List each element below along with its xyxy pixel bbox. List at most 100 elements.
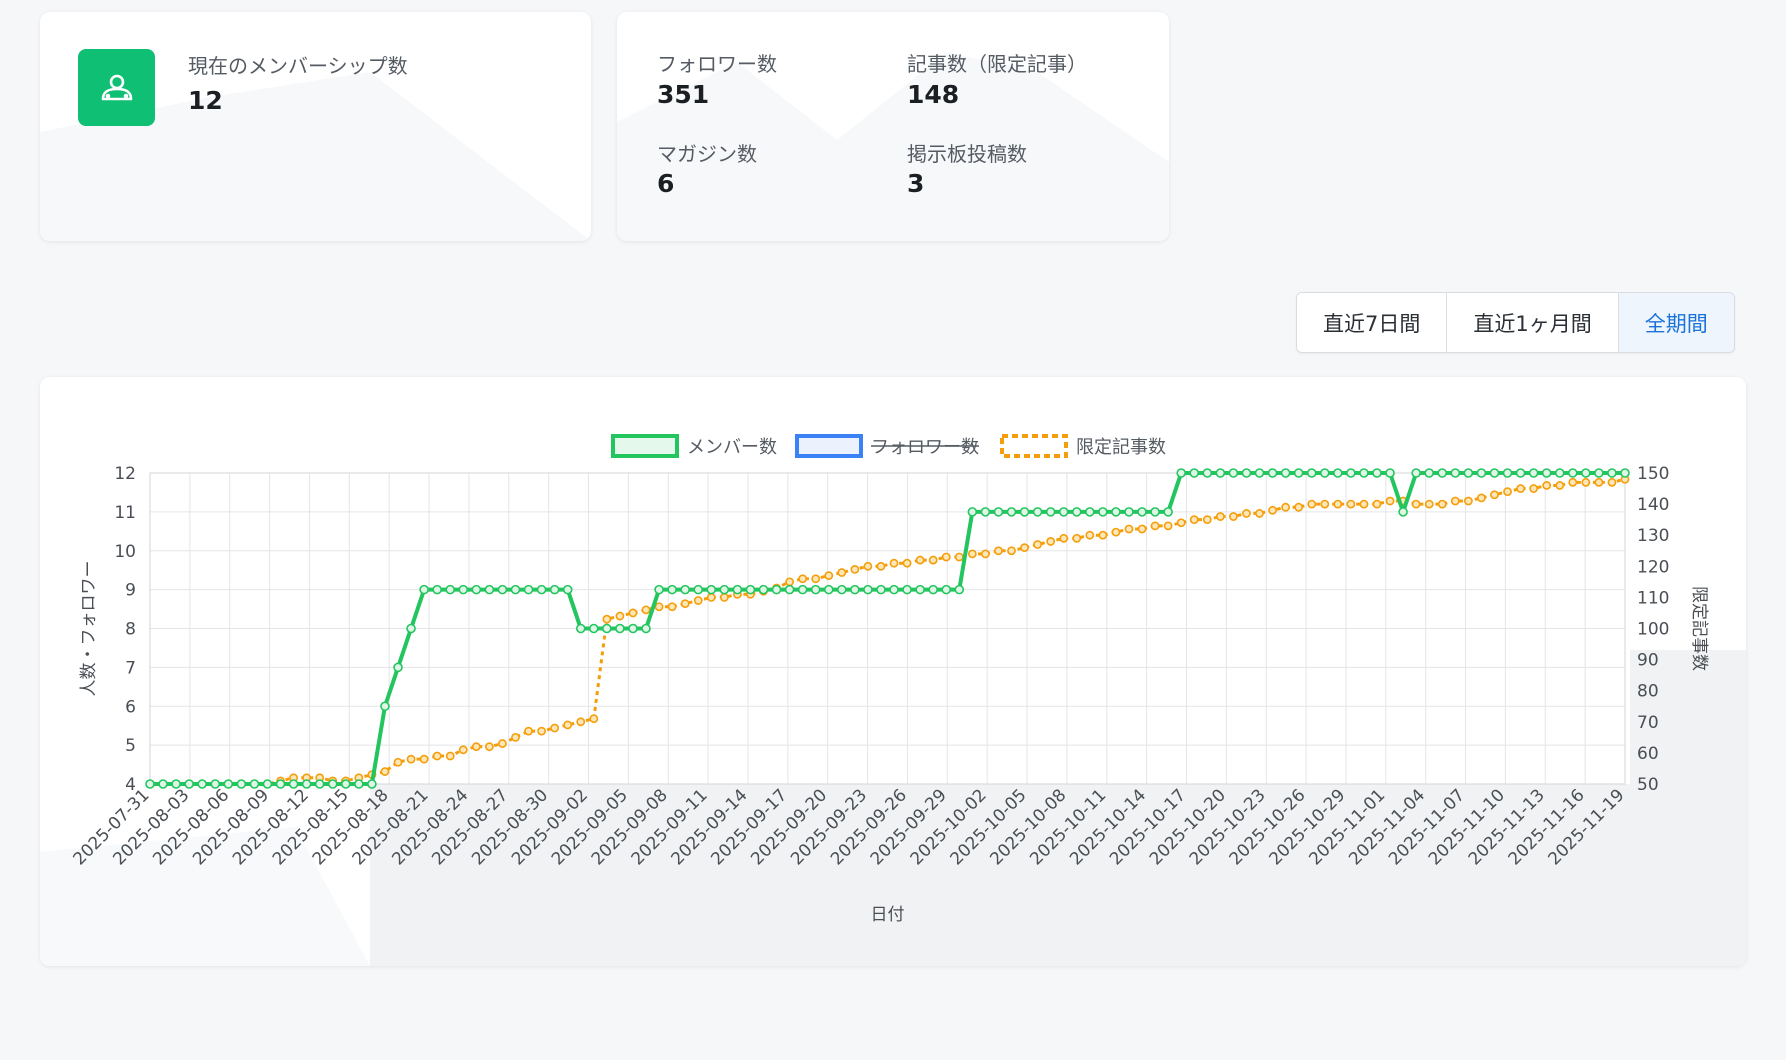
articles-point: [1542, 481, 1552, 490]
articles-point: [524, 726, 533, 736]
articles-value: 148: [907, 80, 960, 109]
y-left-tick-label: 10: [114, 542, 136, 562]
articles-point: [1059, 533, 1069, 543]
articles-point: [1281, 502, 1291, 512]
members-point: [562, 584, 573, 595]
followers-value: 351: [657, 80, 710, 109]
legend-label: フォロワー数: [871, 437, 979, 458]
members-point: [1359, 468, 1369, 478]
members-point: [327, 779, 338, 789]
articles-point: [563, 720, 573, 730]
members-point: [967, 507, 978, 517]
membership-label: 現在のメンバーシップ数: [188, 54, 408, 78]
articles-point: [1046, 537, 1056, 546]
members-point: [1045, 507, 1056, 517]
members-point: [1620, 468, 1630, 478]
articles-point: [1385, 496, 1395, 506]
members-point: [654, 584, 664, 595]
members-point: [693, 584, 704, 595]
members-point: [1411, 468, 1421, 478]
members-point: [367, 779, 377, 789]
y-right-tick-label: 140: [1637, 495, 1669, 515]
articles-point: [876, 561, 886, 571]
articles-point: [889, 558, 899, 568]
members-point: [445, 584, 456, 595]
articles-point: [1437, 499, 1447, 509]
articles-point: [458, 745, 468, 755]
members-point: [432, 584, 442, 595]
members-point: [837, 584, 847, 595]
members-point: [236, 779, 247, 789]
members-point: [1163, 507, 1173, 517]
articles-point: [719, 592, 729, 602]
board-posts-value: 3: [907, 169, 925, 198]
articles-point: [615, 611, 625, 621]
members-point: [1437, 468, 1448, 478]
chart-card: メンバー数 フォロワー数 限定記事数 4 5 6 7 8 9 10 11 12 50 60 70 80 90 1…: [40, 377, 1746, 966]
articles-point: [824, 571, 834, 581]
members-point: [758, 584, 769, 595]
members-point: [536, 584, 547, 595]
members-point: [1228, 468, 1239, 478]
members-point: [1528, 468, 1539, 478]
articles-point: [1503, 487, 1512, 497]
articles-point: [1450, 496, 1460, 506]
members-point: [1581, 468, 1591, 478]
members-point: [667, 584, 677, 595]
members-point: [771, 584, 782, 595]
members-point: [1019, 507, 1030, 517]
range-all-button[interactable]: 全期間: [1618, 293, 1734, 352]
members-point: [158, 779, 168, 789]
members-point: [1607, 468, 1617, 478]
articles-point: [967, 549, 977, 559]
members-point: [719, 584, 730, 595]
articles-point: [445, 751, 455, 761]
articles-point: [406, 754, 416, 764]
card-background-shape: [40, 72, 591, 241]
membership-value: 12: [188, 86, 223, 115]
articles-point: [1490, 490, 1499, 500]
members-point: [1137, 507, 1147, 517]
articles-point: [1516, 484, 1525, 493]
articles-point: [511, 732, 520, 742]
articles-point: [498, 739, 507, 748]
board-posts-label: 掲示板投稿数: [907, 142, 1027, 166]
articles-point: [1020, 543, 1029, 553]
articles-point: [693, 596, 703, 605]
articles-point: [1463, 496, 1473, 506]
y-right-tick-label: 110: [1637, 588, 1669, 608]
members-point: [1189, 468, 1200, 478]
y-left-tick-label: 9: [125, 581, 136, 601]
legend-item: 限定記事数: [1000, 434, 1166, 458]
articles-point: [1424, 499, 1434, 509]
members-point: [1515, 468, 1526, 478]
members-point: [1594, 468, 1604, 478]
articles-point: [1098, 530, 1108, 540]
articles-point: [1137, 524, 1147, 534]
articles-point: [1150, 521, 1160, 531]
members-point: [1111, 507, 1121, 517]
range-selector: 直近7日間 直近1ヶ月間 全期間: [1296, 292, 1735, 353]
members-point: [1554, 468, 1565, 478]
members-point: [823, 584, 834, 595]
y-right-tick-label: 100: [1637, 620, 1669, 640]
articles-point: [484, 742, 494, 752]
articles-line: [150, 477, 1626, 786]
members-point: [589, 623, 599, 634]
range-7days-button[interactable]: 直近7日間: [1297, 293, 1448, 352]
range-1month-button[interactable]: 直近1ヶ月間: [1447, 293, 1619, 352]
articles-point: [1346, 499, 1356, 509]
articles-point: [994, 546, 1003, 556]
members-point: [406, 623, 416, 634]
articles-point: [941, 552, 951, 562]
articles-point: [1176, 518, 1186, 528]
members-point: [1071, 507, 1082, 517]
articles-point: [1007, 546, 1016, 556]
y-left-tick-label: 6: [125, 697, 136, 717]
x-axis-title: 日付: [871, 905, 905, 925]
members-point: [1346, 468, 1356, 478]
articles-point: [1215, 512, 1225, 521]
y-right-tick-label: 90: [1637, 651, 1659, 671]
articles-point: [380, 767, 390, 776]
articles-point: [1163, 521, 1173, 531]
